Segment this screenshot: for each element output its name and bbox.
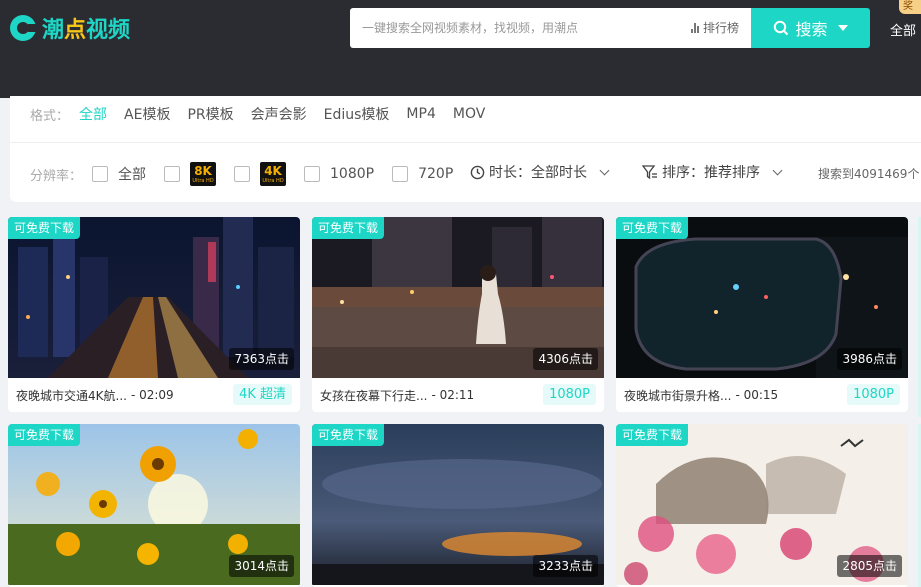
res-8k-checkbox[interactable] xyxy=(164,166,181,182)
video-card[interactable]: 可免费下载 2805点击 xyxy=(616,424,908,587)
search-icon xyxy=(774,20,789,36)
logo-text-highlight: 点 xyxy=(64,18,87,43)
quality-badge: 1080P xyxy=(847,384,900,405)
click-count: 7363点击 xyxy=(229,348,294,370)
video-duration: - 02:09 xyxy=(130,388,174,402)
click-count: 3986点击 xyxy=(837,348,902,370)
video-card[interactable]: 可免费下载 3014点击 xyxy=(8,424,300,587)
resolution-filter-row: 分辨率： 全部 8K Ultra HD 4K Ultra HD 1080P 720P xyxy=(30,162,471,186)
format-option-edius[interactable]: Edius模板 xyxy=(324,104,390,124)
res-1080-checkbox[interactable] xyxy=(304,166,321,182)
new-badge: 奖 xyxy=(899,0,921,14)
free-download-tag: 可免费下载 xyxy=(616,217,689,239)
video-title[interactable]: 夜晚城市街景升格... xyxy=(624,387,731,404)
duration-label: 时长：全部时长 xyxy=(489,165,587,181)
video-thumbnail[interactable]: 可免费下载 4306点击 xyxy=(312,217,604,378)
top-header: 潮点视频 排行榜 搜索 奖 全部 xyxy=(0,0,921,98)
video-thumbnail[interactable]: 可免费下载 7363点击 xyxy=(8,217,300,378)
res-720-checkbox[interactable] xyxy=(392,166,409,182)
ranking-link[interactable]: 排行榜 xyxy=(690,19,739,36)
quality-badge: 4K 超清 xyxy=(233,384,292,405)
8k-icon[interactable]: 8K Ultra HD xyxy=(190,162,217,186)
format-option-pr[interactable]: PR模板 xyxy=(187,104,233,124)
video-card[interactable]: 可免费下载 3986点击 夜晚城市街景升格... - 00:15 1080P xyxy=(616,217,908,412)
clock-icon xyxy=(470,165,485,179)
search-input[interactable] xyxy=(362,21,662,35)
format-option-ae[interactable]: AE模板 xyxy=(124,104,170,124)
search-box: 排行榜 xyxy=(350,8,751,48)
video-card[interactable]: 可免费下载 7363点击 夜晚城市交通4K航... - 02:09 4K 超清 xyxy=(8,217,300,412)
format-filter-row: 格式： 全部 AE模板 PR模板 会声会影 Edius模板 MP4 MOV xyxy=(30,104,502,124)
video-title[interactable]: 女孩在夜幕下行走... xyxy=(320,387,427,404)
video-thumbnail[interactable]: 可免费下载 3233点击 xyxy=(312,424,604,585)
search-button-label: 搜索 xyxy=(795,20,828,39)
res-all-checkbox[interactable] xyxy=(92,166,109,182)
search-button[interactable]: 搜索 xyxy=(751,8,870,48)
format-option-mov[interactable]: MOV xyxy=(453,106,485,122)
logo-icon xyxy=(10,15,38,41)
card-info: 夜晚城市交通4K航... - 02:09 4K 超清 xyxy=(8,378,300,412)
duration-dropdown[interactable]: 时长：全部时长 xyxy=(470,162,610,182)
chevron-down-icon xyxy=(772,165,783,175)
video-duration: - 00:15 xyxy=(735,388,779,402)
logo-text-2: 视频 xyxy=(86,18,131,43)
resolution-label: 分辨率： xyxy=(30,168,83,184)
format-option-huisheng[interactable]: 会声会影 xyxy=(251,104,307,124)
site-logo[interactable]: 潮点视频 xyxy=(10,12,130,44)
res-720-label[interactable]: 720P xyxy=(418,166,453,182)
free-download-tag: 可免费下载 xyxy=(312,217,385,239)
click-count: 4306点击 xyxy=(533,348,598,370)
sort-dropdown[interactable]: 排序：推荐排序 xyxy=(642,162,783,182)
format-label: 格式： xyxy=(30,108,70,124)
video-card[interactable]: 可免费下载 4306点击 女孩在夜幕下行走... - 02:11 1080P xyxy=(312,217,604,412)
sort-label: 排序：推荐排序 xyxy=(662,165,760,181)
free-download-tag: 可免费下载 xyxy=(616,424,689,446)
res-4k-checkbox[interactable] xyxy=(234,166,251,182)
chevron-down-icon xyxy=(599,165,610,175)
free-download-tag: 可免费下载 xyxy=(312,424,385,446)
free-download-tag: 可免费下载 xyxy=(8,217,81,239)
video-title[interactable]: 夜晚城市交通4K航... xyxy=(16,387,127,404)
bar-chart-icon xyxy=(690,22,699,33)
card-info: 夜晚城市街景升格... - 00:15 1080P xyxy=(616,378,908,412)
filter-icon xyxy=(642,164,657,179)
click-count: 3014点击 xyxy=(229,555,294,577)
format-option-mp4[interactable]: MP4 xyxy=(406,106,435,122)
video-thumbnail[interactable]: 可免费下载 2805点击 xyxy=(616,424,908,585)
video-thumbnail[interactable]: 可免费下载 3986点击 xyxy=(616,217,908,378)
caret-down-icon xyxy=(837,25,848,31)
category-all-menu[interactable]: 全部 xyxy=(890,20,916,39)
divider xyxy=(10,142,921,143)
result-count: 搜索到4091469个 xyxy=(818,167,920,181)
res-1080-label[interactable]: 1080P xyxy=(330,166,374,182)
ranking-label: 排行榜 xyxy=(702,21,739,35)
card-info: 女孩在夜幕下行走... - 02:11 1080P xyxy=(312,378,604,412)
logo-text-1: 潮 xyxy=(42,18,65,43)
video-card[interactable]: 可免费下载 3233点击 xyxy=(312,424,604,587)
filter-panel: 格式： 全部 AE模板 PR模板 会声会影 Edius模板 MP4 MOV 分辨… xyxy=(10,96,921,202)
click-count: 2805点击 xyxy=(837,555,902,577)
free-download-tag: 可免费下载 xyxy=(8,424,81,446)
res-all-label[interactable]: 全部 xyxy=(118,164,146,184)
click-count: 3233点击 xyxy=(533,555,598,577)
4k-icon[interactable]: 4K Ultra HD xyxy=(260,162,287,186)
video-thumbnail[interactable]: 可免费下载 3014点击 xyxy=(8,424,300,585)
format-option-all[interactable]: 全部 xyxy=(79,104,107,124)
search-bar: 排行榜 搜索 xyxy=(350,8,870,48)
video-duration: - 02:11 xyxy=(431,388,475,402)
quality-badge: 1080P xyxy=(543,384,596,405)
